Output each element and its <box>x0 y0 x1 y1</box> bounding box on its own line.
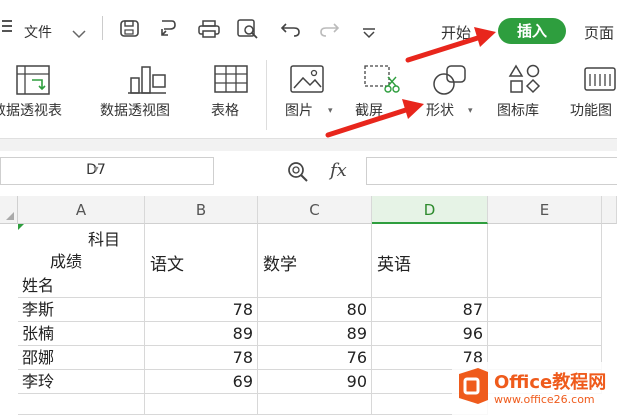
office-logo-icon <box>456 366 490 410</box>
header-name-label: 姓名 <box>22 276 55 295</box>
watermark-brand: Office教程网 <box>494 372 607 393</box>
score-chinese[interactable]: 78 <box>145 346 258 370</box>
picture-dropdown-icon[interactable]: ▾ <box>328 106 333 116</box>
student-name[interactable]: 李玲 <box>18 370 145 394</box>
score-english[interactable]: 87 <box>372 298 488 322</box>
function-label[interactable]: 功能图 <box>570 100 612 120</box>
subject-label: 语文 <box>150 255 184 275</box>
student-name[interactable]: 邵娜 <box>18 346 145 370</box>
empty-row[interactable] <box>258 394 372 415</box>
shape-icon[interactable] <box>430 62 470 100</box>
subject-label: 英语 <box>377 255 411 275</box>
score-english[interactable]: 96 <box>372 322 488 346</box>
function-icon[interactable] <box>583 64 617 98</box>
score-math[interactable]: 80 <box>258 298 372 322</box>
col-header-f[interactable] <box>602 196 617 224</box>
watermark: Office教程网 www.office26.com <box>452 362 617 415</box>
export-icon[interactable] <box>158 18 178 42</box>
tab-page[interactable]: 页面 <box>584 22 614 43</box>
redo-icon[interactable] <box>318 20 340 42</box>
name-box-dropdown-icon[interactable]: ▾ <box>1 164 191 175</box>
header-math[interactable]: 数学 <box>258 224 372 298</box>
pivot-chart-icon[interactable] <box>128 63 168 99</box>
save-icon[interactable] <box>120 20 140 42</box>
cell-e[interactable] <box>488 298 602 322</box>
picture-label[interactable]: 图片 <box>285 100 313 120</box>
ribbon-divider <box>266 60 267 130</box>
pivot-table-label[interactable]: 数据透视表 <box>0 100 62 120</box>
name-box[interactable]: D7 ▾ <box>0 157 214 185</box>
score-math[interactable]: 76 <box>258 346 372 370</box>
cell-e-header[interactable] <box>488 224 602 298</box>
header-chinese[interactable]: 语文 <box>145 224 258 298</box>
col-header-d[interactable]: D <box>372 196 488 224</box>
print-preview-icon[interactable] <box>237 19 259 43</box>
ribbon-separator <box>0 138 617 151</box>
table-icon[interactable] <box>214 65 248 97</box>
chevron-down-icon[interactable] <box>72 24 86 43</box>
icon-library-label[interactable]: 图标库 <box>497 100 539 120</box>
empty-row[interactable] <box>18 394 145 415</box>
tab-insert[interactable]: 插入 <box>498 18 566 44</box>
col-header-e[interactable]: E <box>488 196 602 224</box>
score-chinese[interactable]: 78 <box>145 298 258 322</box>
tab-start[interactable]: 开始 <box>441 22 471 43</box>
fx-icon[interactable]: fx <box>330 160 347 181</box>
watermark-url: www.office26.com <box>494 393 595 406</box>
icon-library-icon[interactable] <box>508 63 542 99</box>
score-chinese[interactable]: 69 <box>145 370 258 394</box>
col-header-c[interactable]: C <box>258 196 372 224</box>
cell-e[interactable] <box>488 322 602 346</box>
empty-row[interactable] <box>145 394 258 415</box>
header-english[interactable]: 英语 <box>372 224 488 298</box>
file-menu[interactable]: 文件 <box>24 22 52 42</box>
score-chinese[interactable]: 89 <box>145 322 258 346</box>
header-score-label: 成绩 <box>50 252 83 271</box>
hamburger-icon[interactable] <box>2 18 12 32</box>
pivot-table-icon[interactable] <box>16 65 50 99</box>
picture-icon[interactable] <box>290 65 324 97</box>
top-toolbar: 文件 开始 插入 页面 <box>0 0 617 52</box>
print-icon[interactable] <box>198 20 220 42</box>
formula-input[interactable] <box>366 157 617 185</box>
header-cell-diagonal[interactable]: 科目 成绩 姓名 <box>18 224 145 298</box>
student-name[interactable]: 张楠 <box>18 322 145 346</box>
table-label[interactable]: 表格 <box>211 100 239 120</box>
select-all-corner[interactable] <box>0 196 18 224</box>
shape-label[interactable]: 形状 <box>426 100 454 120</box>
header-subject-label: 科目 <box>88 230 121 249</box>
col-header-b[interactable]: B <box>145 196 258 224</box>
zoom-search-icon[interactable] <box>286 160 310 186</box>
screenshot-label[interactable]: 截屏 <box>355 100 383 120</box>
undo-icon[interactable] <box>280 20 302 42</box>
subject-label: 数学 <box>263 255 297 275</box>
screenshot-icon[interactable] <box>362 63 400 99</box>
student-name[interactable]: 李斯 <box>18 298 145 322</box>
customize-chevron-icon[interactable] <box>362 24 376 43</box>
pivot-chart-label[interactable]: 数据透视图 <box>100 100 170 120</box>
col-header-a[interactable]: A <box>18 196 145 224</box>
score-math[interactable]: 90 <box>258 370 372 394</box>
score-math[interactable]: 89 <box>258 322 372 346</box>
shape-dropdown-icon[interactable]: ▾ <box>468 106 473 116</box>
toolbar-divider <box>102 16 103 40</box>
ribbon: 数据透视表 数据透视图 表格 图片 ▾ 截屏 形状 ▾ 图标库 功能图 <box>0 52 617 138</box>
